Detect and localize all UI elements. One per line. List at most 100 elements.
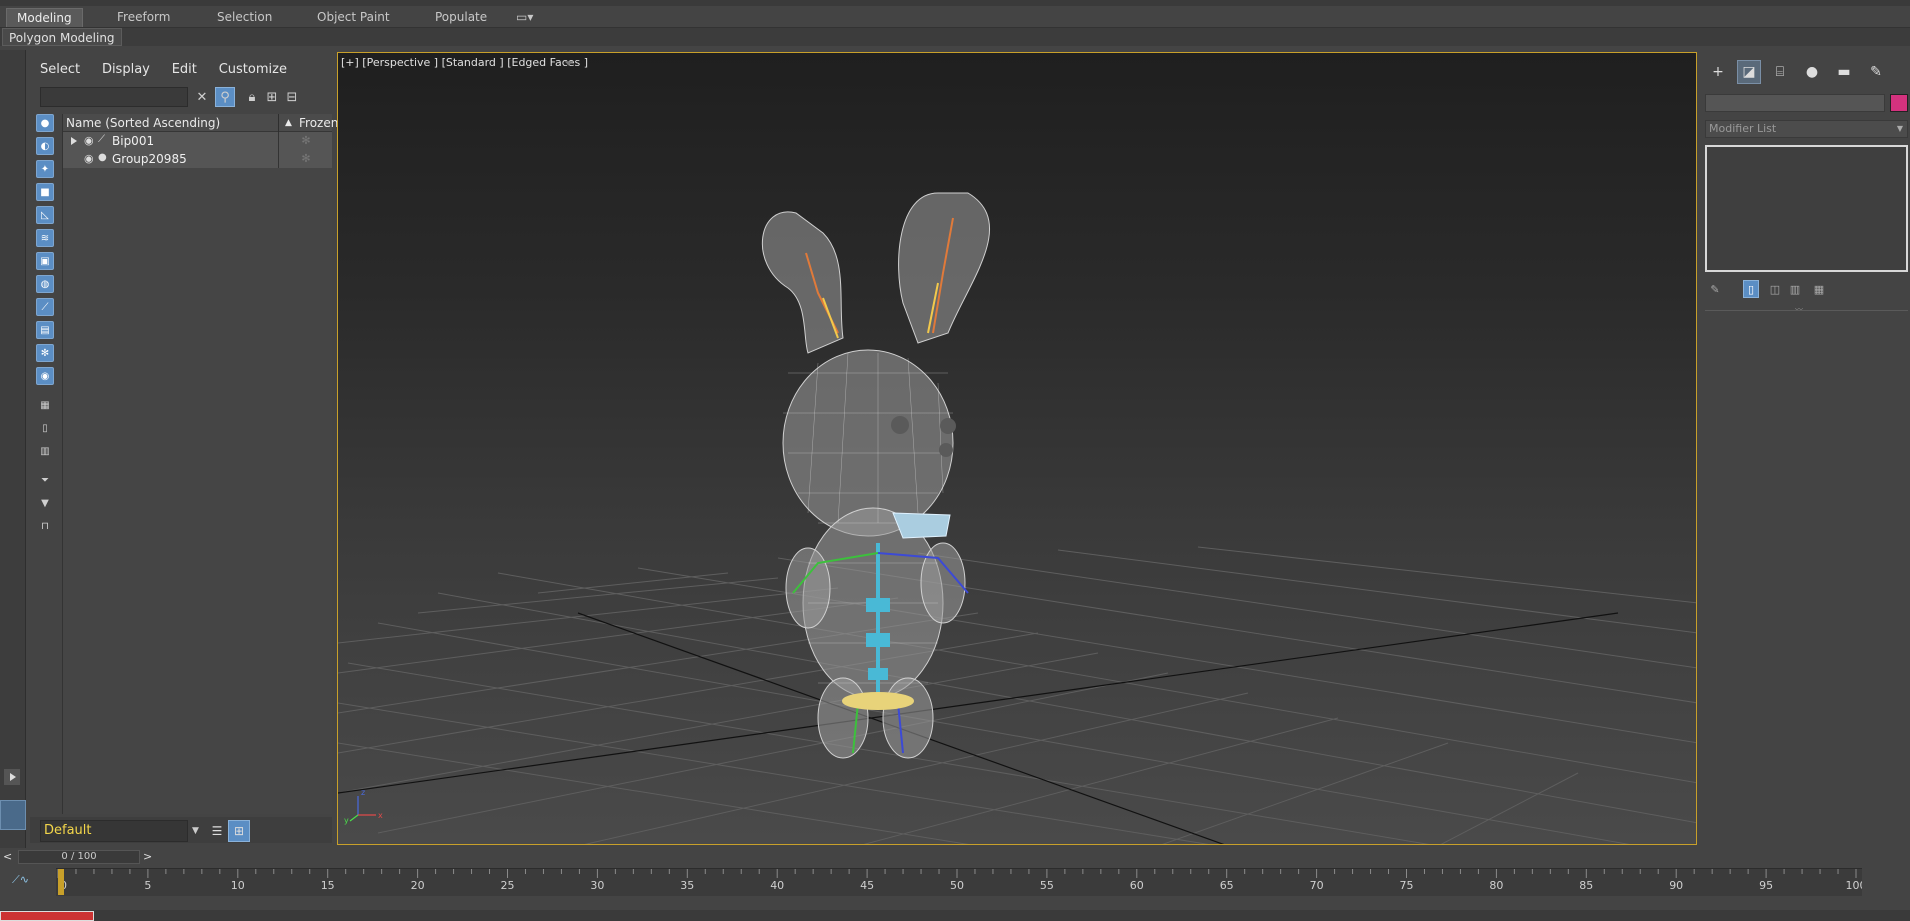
tab-modeling[interactable]: Modeling [6,8,83,27]
object-name-field[interactable] [1705,94,1885,112]
tab-freeform[interactable]: Freeform [107,8,180,27]
track-bar[interactable]: 5 10 15 20 25 30 35 40 45 50 55 60 65 70 75 80 85 90 95 100… [56,868,1862,896]
object-color-swatch[interactable] [1890,94,1908,112]
modifier-stack-tools: ✎ ▯ ◫ ▥ ▦ [1705,280,1908,300]
next-frame-button[interactable]: > [143,850,157,864]
funnel-icon[interactable]: ▼ [36,494,54,512]
frozen-filter-icon[interactable]: ✻ [36,344,54,362]
remove-modifier-icon[interactable]: ▥ [1787,280,1803,298]
frame-tick-label: 5 [144,879,151,892]
clear-search-icon[interactable]: ✕ [192,87,212,107]
group-filter-icon[interactable]: ▣ [36,252,54,270]
frozen-toggle-icon[interactable]: ✻ [278,132,333,150]
modify-tab-icon[interactable]: ◪ [1737,60,1761,84]
list-item[interactable]: ◉ ● Group20985 ✻ [63,150,332,168]
modifier-list-label: Modifier List [1709,122,1777,135]
pin-stack-icon[interactable]: ✎ [1707,280,1723,298]
display-tab-icon[interactable]: ▬ [1832,60,1856,84]
menu-customize[interactable]: Customize [219,62,287,77]
tab-populate[interactable]: Populate [425,8,497,27]
polygon-modeling-label[interactable]: Polygon Modeling [2,28,122,46]
spacewarp-filter-icon[interactable]: ≋ [36,229,54,247]
filter-combos-icon[interactable]: ⏷ [36,471,54,489]
frame-tick-label: 65 [1220,879,1234,892]
helper-filter-icon[interactable]: ◺ [36,206,54,224]
frame-tick-label: 100 [1846,879,1863,892]
select-none-icon[interactable]: ▯ [36,419,54,437]
viewport-filter-icon[interactable]: ⏷ [564,56,574,71]
layer-dropdown[interactable]: Default [40,820,188,842]
menu-select[interactable]: Select [40,62,80,77]
container-filter-icon[interactable]: ▤ [36,321,54,339]
time-slider-thumb[interactable]: 0 / 100 [18,850,140,864]
light-filter-icon[interactable]: ✦ [36,160,54,178]
maxscript-listener[interactable] [0,911,94,921]
column-separator [278,114,279,132]
prev-frame-button[interactable]: < [3,850,17,864]
chevron-down-icon[interactable]: ▼ [192,820,204,842]
eye-icon[interactable]: ◉ [84,153,95,164]
perspective-viewport[interactable]: z x y [+] [Perspective ] [Standard ] [Ed… [337,52,1697,845]
frame-tick-label: 20 [411,879,425,892]
ribbon-options-icon[interactable]: ▭▾ [506,8,543,27]
layer-hierarchy-icon[interactable]: ⊟ [282,87,302,107]
bracket-icon[interactable]: ⊓ [36,517,54,535]
ribbon-tabs: Modeling Freeform Selection Object Paint… [0,6,1910,28]
modifier-list-dropdown[interactable]: Modifier List ▼ [1705,120,1908,138]
chevron-down-icon: ▼ [1896,124,1903,133]
time-slider-area: < 0 / 100 > ⟋∿ 5 10 15 20 25 30 35 40 45 50 55 60 65… [0,848,1910,921]
tab-selection[interactable]: Selection [207,8,282,27]
axis-x-label: x [378,811,383,820]
frame-tick-label: 75 [1400,879,1414,892]
curve-editor-icon[interactable]: ⟋∿ [12,873,29,887]
frame-tick-label: 60 [1130,879,1144,892]
layers-icon[interactable]: ☰ [206,820,228,842]
filter-icon[interactable]: ⚲ [215,87,235,107]
expand-arrow-icon[interactable] [4,769,20,785]
tab-object-paint[interactable]: Object Paint [307,8,400,27]
select-all-icon[interactable]: ▦ [36,396,54,414]
camera-filter-icon[interactable]: ■ [36,183,54,201]
menu-edit[interactable]: Edit [172,62,197,77]
make-unique-icon[interactable]: ◫ [1767,280,1783,298]
frame-tick-label: 90 [1669,879,1683,892]
scene-search-input[interactable] [40,87,188,107]
bone-filter-icon[interactable]: ⟋ [36,298,54,316]
modifier-stack[interactable] [1705,145,1908,272]
lock-icon[interactable]: 🔒︎ [242,87,262,107]
object-name: Bip001 [112,134,155,148]
viewport-label[interactable]: [+] [Perspective ] [Standard ] [Edged Fa… [341,56,588,69]
frozen-toggle-icon[interactable]: ✻ [278,150,333,168]
geometry-filter-icon[interactable]: ● [36,114,54,132]
eye-icon[interactable]: ◉ [84,135,95,146]
status-bar [0,910,1910,921]
current-frame-marker[interactable] [58,869,64,895]
hidden-filter-icon[interactable]: ◉ [36,367,54,385]
invert-selection-icon[interactable]: ▥ [36,442,54,460]
shape-filter-icon[interactable]: ◐ [36,137,54,155]
frame-tick-label: 45 [860,879,874,892]
list-item[interactable]: ◉ ⟋ Bip001 ✻ [63,132,332,150]
viewport-layout-tab[interactable] [0,800,26,830]
frozen-column-header[interactable]: Frozen [299,114,338,132]
show-end-result-icon[interactable]: ▯ [1743,280,1759,298]
biped-icon: ⟋ [98,134,105,145]
home-grid [338,546,1696,844]
motion-tab-icon[interactable]: ● [1800,60,1824,84]
sort-by-hierarchy-icon[interactable]: ⊞ [228,820,250,842]
rollout-divider [1705,310,1908,311]
frame-tick-label: 50 [950,879,964,892]
utilities-tab-icon[interactable]: ✎ [1864,60,1888,84]
hierarchy-icon[interactable]: ⊞ [262,87,282,107]
xref-filter-icon[interactable]: ◍ [36,275,54,293]
frame-tick-label: 70 [1310,879,1324,892]
configure-sets-icon[interactable]: ▦ [1811,280,1827,298]
menu-display[interactable]: Display [102,62,150,77]
name-column-header[interactable]: Name (Sorted Ascending) [66,114,220,132]
create-tab-icon[interactable]: + [1706,60,1730,84]
hierarchy-tab-icon[interactable]: ⌸ [1768,60,1792,84]
viewport-scene: z x y [338,192,1696,844]
expand-triangle-icon[interactable] [71,137,77,145]
track-bar-ruler: 5 10 15 20 25 30 35 40 45 50 55 60 65 70 75 80 85 90 95 100… [57,869,1863,895]
layer-footer: Default ▼ ☰ ⊞ [30,817,332,843]
